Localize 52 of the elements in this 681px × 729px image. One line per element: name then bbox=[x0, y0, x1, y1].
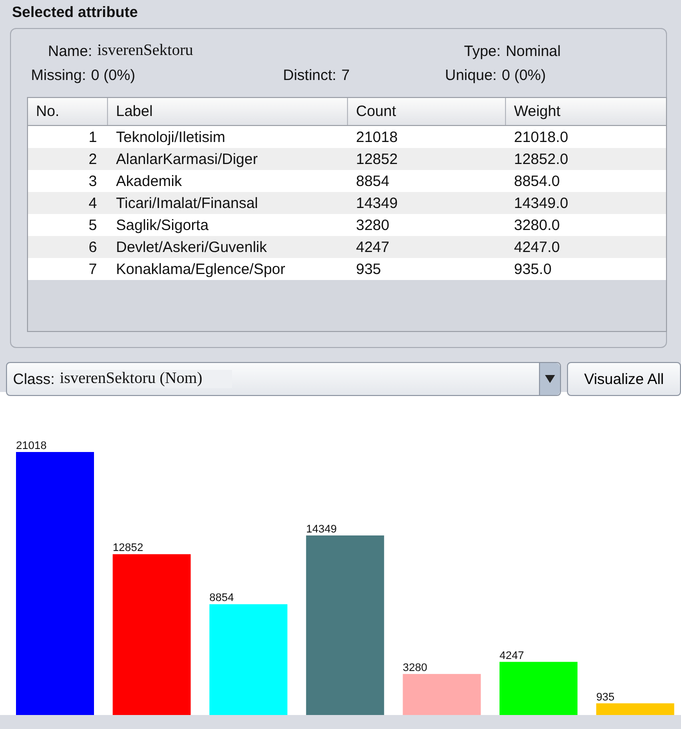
data-label: 4247 bbox=[500, 650, 524, 662]
class-dropdown[interactable]: Class: isverenSektoru (Nom) bbox=[6, 362, 561, 396]
column-header[interactable]: No. bbox=[28, 98, 108, 125]
table-cell-text: AlanlarKarmasi/Diger bbox=[115, 150, 259, 168]
table-cell-text: 3 bbox=[88, 172, 98, 190]
data-label: 935 bbox=[596, 691, 615, 704]
field-value: Nominal bbox=[506, 42, 561, 60]
field-label: Unique: bbox=[445, 66, 497, 84]
table-cell-text: Saglik/Sigorta bbox=[115, 216, 210, 234]
data-label: 8854 bbox=[209, 592, 234, 604]
table-cell-text: 2 bbox=[88, 150, 98, 168]
column-header[interactable]: Label bbox=[108, 98, 348, 125]
field-value: 0 (0%) bbox=[91, 66, 136, 84]
field-value: 0 (0%) bbox=[502, 66, 546, 84]
table-cell-text: 12852.0 bbox=[513, 150, 570, 168]
data-label: 12852 bbox=[112, 542, 144, 554]
field-value: 7 bbox=[341, 66, 350, 84]
table-cell-text: 4247 bbox=[355, 238, 390, 256]
table-cell-text: 935.0 bbox=[513, 260, 553, 278]
field-label: Type: bbox=[464, 42, 501, 60]
table-cell-text: Teknoloji/Iletisim bbox=[115, 128, 226, 146]
visualize-all-button[interactable]: Visualize All bbox=[567, 362, 681, 396]
column-header[interactable]: Count bbox=[348, 98, 506, 125]
table-cell-text: 6 bbox=[88, 238, 98, 256]
table-cell-text: Akademik bbox=[115, 172, 183, 190]
table-cell-text: 1 bbox=[88, 128, 98, 146]
data-label: 21018 bbox=[16, 440, 47, 452]
table-cell-text: 14349.0 bbox=[513, 194, 570, 212]
table-cell-text: 8854 bbox=[355, 172, 390, 190]
field-label: Name: bbox=[48, 42, 92, 60]
table-cell-text: 7 bbox=[88, 260, 98, 278]
table-cell-text: 5 bbox=[88, 216, 98, 234]
data-label: 3280 bbox=[402, 662, 428, 674]
field-value: isverenSektoru bbox=[97, 42, 194, 60]
panel-title: Selected attribute bbox=[11, 4, 139, 23]
data-label: 14349 bbox=[306, 523, 337, 536]
table-cell-text: Devlet/Askeri/Guvenlik bbox=[115, 238, 268, 256]
table-cell-text: Ticari/Imalat/Finansal bbox=[115, 194, 259, 212]
column-header[interactable]: Weight bbox=[506, 98, 666, 125]
table-cell-text: 3280.0 bbox=[513, 216, 561, 234]
table-cell-text: 21018 bbox=[355, 128, 399, 146]
table-cell-text: 12852 bbox=[355, 150, 399, 168]
table-cell-text: 4 bbox=[88, 194, 98, 212]
table-cell-text: 4247.0 bbox=[513, 238, 561, 256]
table-cell-text: Konaklama/Eglence/Spor bbox=[115, 260, 286, 278]
table-cell-text: 21018.0 bbox=[513, 128, 570, 146]
table-cell-text: 3280 bbox=[355, 216, 390, 234]
field-label: Missing: bbox=[31, 66, 86, 84]
table-cell-text: 935 bbox=[355, 260, 382, 278]
table-cell-text: 8854.0 bbox=[513, 172, 561, 190]
table-cell-text: 14349 bbox=[355, 194, 399, 212]
field-label: Distinct: bbox=[283, 66, 336, 84]
